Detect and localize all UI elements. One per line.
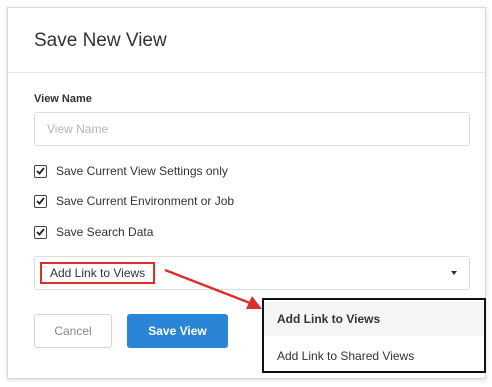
save-view-button[interactable]: Save View xyxy=(127,314,228,348)
option-label: Save Search Data xyxy=(56,225,154,239)
checkmark-icon xyxy=(36,167,45,175)
option-label: Save Current View Settings only xyxy=(56,164,228,178)
view-name-label: View Name xyxy=(34,93,92,105)
caret-down-icon[interactable] xyxy=(451,271,457,275)
view-name-input[interactable] xyxy=(34,112,470,146)
checkbox[interactable] xyxy=(34,225,47,239)
dialog-title: Save New View xyxy=(34,30,167,51)
header-divider xyxy=(8,72,485,73)
option-save-environment[interactable]: Save Current Environment or Job xyxy=(34,193,234,209)
checkbox[interactable] xyxy=(34,164,47,178)
option-save-view-settings[interactable]: Save Current View Settings only xyxy=(34,163,228,179)
link-options-menu: Add Link to Views Add Link to Shared Vie… xyxy=(262,298,486,373)
cancel-button[interactable]: Cancel xyxy=(34,314,112,348)
link-select[interactable]: Add Link to Views xyxy=(34,256,470,290)
checkbox[interactable] xyxy=(34,194,47,208)
option-label: Save Current Environment or Job xyxy=(56,194,235,208)
menu-item-add-link-to-views[interactable]: Add Link to Views xyxy=(264,302,484,336)
link-select-value: Add Link to Views xyxy=(50,266,146,280)
checkmark-icon xyxy=(36,197,45,205)
link-select-value-highlight: Add Link to Views xyxy=(40,262,156,284)
option-save-search-data[interactable]: Save Search Data xyxy=(34,224,153,240)
checkmark-icon xyxy=(36,228,45,236)
menu-item-add-link-to-shared-views[interactable]: Add Link to Shared Views xyxy=(264,339,484,373)
